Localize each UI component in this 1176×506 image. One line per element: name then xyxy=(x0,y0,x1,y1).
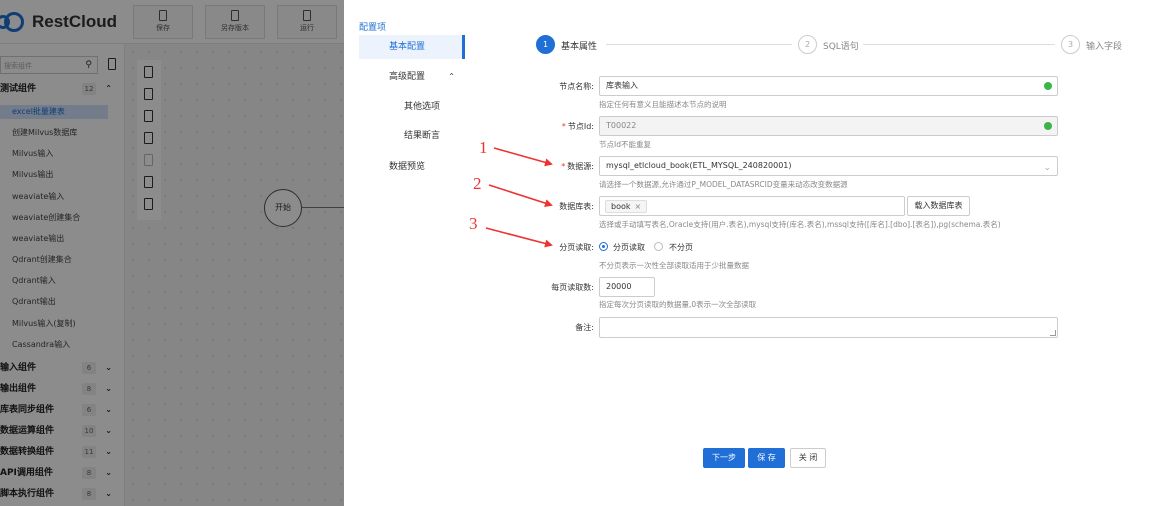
step-connector xyxy=(606,44,792,45)
paging-label: 分页读取: xyxy=(514,242,594,253)
table-tag: book × xyxy=(605,200,648,213)
save-button[interactable]: 保 存 xyxy=(748,448,785,468)
datasource-hint: 请选择一个数据源,允许通过P_MODEL_DATASRCID变量来动态改变数据源 xyxy=(599,180,848,189)
datasource-label: * 数据源: xyxy=(514,161,594,172)
background-app: RestCloud 保存 另存版本 运行 搜索组件 ⚲ 测试组件 12 ⌃ ex… xyxy=(0,0,344,506)
step-3-circle[interactable]: 3 xyxy=(1061,35,1080,54)
select-value: mysql_etlcloud_book(ETL_MYSQL_240820001) xyxy=(606,161,792,170)
modal-overlay[interactable] xyxy=(0,0,344,506)
nav-result-assertion[interactable]: 结果断言 xyxy=(359,124,465,148)
remark-label: 备注: xyxy=(514,322,594,333)
node-id-hint: 节点Id不能重复 xyxy=(599,140,651,149)
nav-data-preview[interactable]: 数据预览 xyxy=(359,155,465,179)
valid-check-icon xyxy=(1044,82,1052,90)
paging-option-nopaging[interactable]: 不分页 xyxy=(669,242,693,253)
step-1-circle[interactable]: 1 xyxy=(536,35,555,54)
paging-option-paged[interactable]: 分页读取 xyxy=(613,242,645,253)
datasource-select[interactable]: mysql_etlcloud_book(ETL_MYSQL_240820001)… xyxy=(599,156,1058,176)
remark-textarea[interactable] xyxy=(599,317,1058,338)
tag-text: book xyxy=(611,202,631,211)
tag-close-icon[interactable]: × xyxy=(635,202,642,211)
paging-radio-paged[interactable] xyxy=(599,242,608,251)
paging-hint: 不分页表示一次性全部读取适用于少批量数据 xyxy=(599,261,749,270)
input-value: 库表输入 xyxy=(606,81,638,90)
node-name-label: 节点名称: xyxy=(514,81,594,92)
step-2-label[interactable]: SQL语句 xyxy=(823,39,859,52)
page-size-label: 每页读取数: xyxy=(514,282,594,293)
page-size-hint: 指定每次分页读取的数据量,0表示一次全部读取 xyxy=(599,300,757,309)
paging-radio-nopaging[interactable] xyxy=(654,242,663,251)
step-1-label[interactable]: 基本属性 xyxy=(561,39,597,52)
annotation-number: 3 xyxy=(469,214,478,233)
node-id-input[interactable]: T00022 xyxy=(599,116,1058,136)
chevron-down-icon: ⌄ xyxy=(1043,163,1051,173)
required-mark: * xyxy=(561,122,566,131)
nav-basic-config[interactable]: 基本配置 xyxy=(359,35,465,59)
node-name-input[interactable]: 库表输入 xyxy=(599,76,1058,96)
label-text: 数据库表: xyxy=(559,202,594,211)
nav-advanced-label: 高级配置 xyxy=(389,72,426,82)
close-button[interactable]: 关 闭 xyxy=(790,448,826,468)
node-id-label: * 节点Id: xyxy=(514,121,594,132)
table-label: 数据库表: xyxy=(514,201,594,212)
label-text: 数据源: xyxy=(567,162,594,171)
table-hint: 选择或手动填写表名,Oracle支持(用户.表名),mysql支持(库名.表名)… xyxy=(599,220,1001,229)
label-text: 节点Id: xyxy=(567,122,594,131)
next-step-button[interactable]: 下一步 xyxy=(703,448,745,468)
nav-advanced-config[interactable]: 高级配置 ⌃ xyxy=(359,65,465,89)
label-text: 分页读取: xyxy=(559,243,594,252)
label-text: 每页读取数: xyxy=(551,283,594,292)
nav-other-options[interactable]: 其他选项 xyxy=(359,95,465,119)
config-nav-header: 配置项 xyxy=(359,23,387,33)
valid-check-icon xyxy=(1044,122,1052,130)
table-select[interactable]: book × xyxy=(599,196,905,216)
input-value: 20000 xyxy=(606,282,632,291)
step-3-label[interactable]: 输入字段 xyxy=(1086,39,1122,52)
required-mark: * xyxy=(561,162,566,171)
load-tables-button[interactable]: 载入数据库表 xyxy=(907,196,970,216)
node-name-hint: 指定任何有意义且能描述本节点的说明 xyxy=(599,100,727,109)
label-text: 节点名称: xyxy=(559,82,594,91)
label-text: 备注: xyxy=(575,323,594,332)
step-connector xyxy=(863,44,1055,45)
resize-handle-icon[interactable] xyxy=(1050,330,1056,336)
annotation-number: 1 xyxy=(479,138,488,157)
step-2-circle[interactable]: 2 xyxy=(798,35,817,54)
page-size-input[interactable]: 20000 xyxy=(599,277,655,297)
input-value: T00022 xyxy=(606,121,637,130)
config-nav: 配置项 基本配置 高级配置 ⌃ 其他选项 结果断言 数据预览 xyxy=(344,0,466,506)
chevron-up-icon: ⌃ xyxy=(448,72,455,81)
annotation-number: 2 xyxy=(473,174,482,193)
